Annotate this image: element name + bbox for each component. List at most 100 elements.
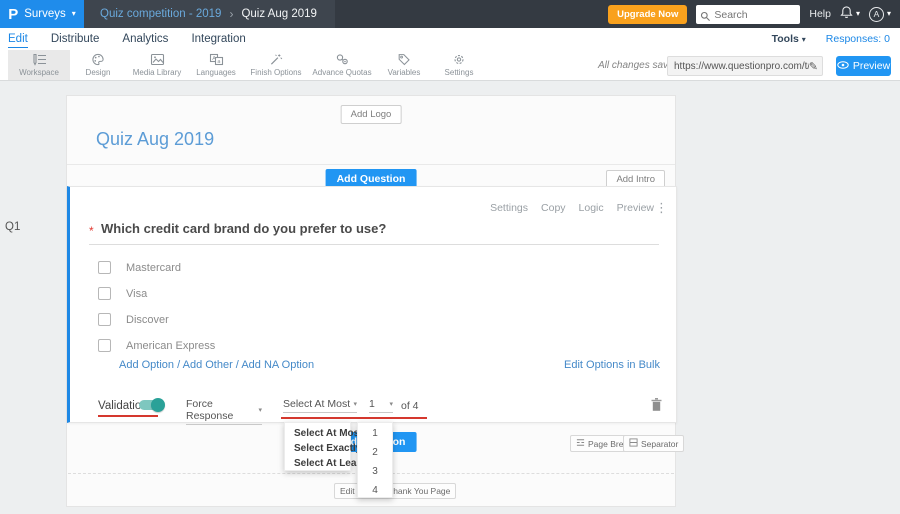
preview-button[interactable]: Preview [836, 56, 891, 76]
toolbar-item-finish-options[interactable]: Finish Options [244, 50, 308, 80]
top-navbar: P Surveys ▾ Quiz competition - 2019 › Qu… [0, 0, 900, 28]
breadcrumb-parent[interactable]: Quiz competition - 2019 [100, 8, 221, 20]
languages-icon: Aa [209, 53, 224, 66]
option-checkbox[interactable] [98, 339, 111, 352]
svg-text:A: A [212, 56, 216, 62]
product-menu-label: Surveys [24, 8, 66, 20]
preview-label: Preview [852, 60, 891, 72]
selection-rule-menu: Select At Most Select Exactly Select At … [284, 422, 365, 471]
tab-distribute[interactable]: Distribute [51, 31, 100, 47]
search-icon [700, 9, 711, 27]
selection-rule-dropdown[interactable]: Select At Most ▾ [283, 398, 357, 413]
bell-icon [840, 5, 853, 24]
question-more-menu-icon[interactable]: ⋮ [655, 200, 668, 216]
tab-edit[interactable]: Edit [8, 31, 28, 48]
add-option-link[interactable]: Add Option [119, 359, 174, 371]
media-library-icon [150, 53, 165, 66]
question-actions: Settings Copy Logic Preview [490, 202, 654, 214]
question-copy-link[interactable]: Copy [541, 202, 566, 214]
global-search [696, 5, 801, 27]
toolbar-item-languages[interactable]: Aa Languages [188, 50, 244, 80]
settings-icon [452, 53, 466, 66]
option-link-group: Add Option / Add Other / Add NA Option [119, 359, 314, 371]
survey-title[interactable]: Quiz Aug 2019 [96, 129, 214, 150]
tab-analytics[interactable]: Analytics [122, 31, 168, 47]
toolbar-item-settings[interactable]: Settings [432, 50, 486, 80]
toolbar-item-workspace[interactable]: Workspace [8, 50, 70, 80]
option-label[interactable]: Discover [126, 314, 169, 326]
force-response-dropdown[interactable]: Force Response ▾ [186, 398, 262, 425]
upgrade-now-button[interactable]: Upgrade Now [608, 4, 688, 24]
finish-options-icon [269, 53, 283, 66]
option-checkbox[interactable] [98, 313, 111, 326]
menu-item-1[interactable]: 1 [358, 424, 392, 443]
add-other-link[interactable]: Add Other [183, 359, 233, 371]
menu-item-2[interactable]: 2 [358, 443, 392, 462]
chevron-down-icon: ▾ [258, 406, 262, 414]
survey-url-input[interactable] [674, 60, 809, 72]
menu-item-select-at-most[interactable]: Select At Most [285, 426, 363, 441]
question-logic-link[interactable]: Logic [579, 202, 604, 214]
question-text[interactable]: Which credit card brand do you prefer to… [101, 221, 386, 236]
toolbar-item-media-library[interactable]: Media Library [126, 50, 188, 80]
thank-you-page-button[interactable]: Thank You Page [382, 483, 457, 499]
option-checkbox[interactable] [98, 287, 111, 300]
edit-url-pencil-icon[interactable]: ✎ [809, 60, 818, 73]
responses-count[interactable]: Responses: 0 [826, 33, 890, 45]
option-label[interactable]: Mastercard [126, 262, 181, 274]
menu-item-3[interactable]: 3 [358, 462, 392, 481]
toolbar-item-variables[interactable]: Variables [376, 50, 432, 80]
option-label[interactable]: American Express [126, 340, 215, 352]
menu-item-select-exactly[interactable]: Select Exactly [285, 441, 361, 456]
menu-item-4[interactable]: 4 [358, 481, 392, 500]
add-na-option-link[interactable]: Add NA Option [241, 359, 314, 371]
section-tabs: Edit Distribute Analytics Integration To… [0, 28, 900, 50]
toggle-knob [151, 398, 165, 412]
toolbar-item-design[interactable]: Design [70, 50, 126, 80]
edit-options-in-bulk-link[interactable]: Edit Options in Bulk [564, 359, 660, 371]
toolbar-item-label: Settings [444, 68, 474, 77]
link-separator: / [174, 359, 183, 371]
selection-count-dropdown[interactable]: 1 ▾ [369, 398, 393, 413]
add-logo-button[interactable]: Add Logo [340, 105, 402, 124]
advance-quotas-icon [335, 53, 350, 66]
question-settings-link[interactable]: Settings [490, 202, 528, 214]
question-block: Settings Copy Logic Preview ⋮ * Which cr… [67, 186, 677, 425]
account-menu[interactable]: A ▾ [868, 6, 891, 22]
toolbar-item-label: Workspace [19, 68, 59, 77]
separator-button[interactable]: Separator [623, 435, 685, 452]
selection-rule-value: Select At Most [283, 398, 351, 410]
separator-label: Separator [641, 438, 679, 449]
editor-toolbar: Workspace Design Media Library Aa Langua… [0, 50, 900, 81]
tools-menu[interactable]: Tools ▾ [772, 33, 806, 45]
toolbar-item-label: Advance Quotas [312, 68, 372, 77]
validation-toggle[interactable] [139, 398, 165, 412]
force-response-value: Force Response [186, 398, 234, 422]
toolbar-item-label: Media Library [132, 68, 182, 77]
toolbar-item-advance-quotas[interactable]: Advance Quotas [308, 50, 376, 80]
option-row-mastercard: Mastercard [98, 261, 181, 274]
of-total-label: of 4 [401, 400, 419, 412]
option-row-american-express: American Express [98, 339, 215, 352]
surveys-product-menu[interactable]: P Surveys ▾ [0, 0, 84, 28]
option-row-discover: Discover [98, 313, 169, 326]
toolbar-item-label: Finish Options [250, 68, 302, 77]
search-input[interactable] [696, 5, 801, 24]
title-divider [67, 164, 675, 165]
menu-item-select-at-least[interactable]: Select At Least [285, 456, 365, 471]
tools-label: Tools [771, 33, 799, 45]
annotation-underline-selection [281, 417, 427, 419]
delete-question-trash-icon[interactable] [650, 397, 663, 417]
avatar: A [868, 6, 884, 22]
annotation-underline-validation [98, 415, 158, 417]
help-link[interactable]: Help [809, 8, 831, 20]
option-label[interactable]: Visa [126, 288, 147, 300]
eye-icon [837, 60, 849, 72]
design-icon [91, 53, 105, 66]
notifications-menu[interactable]: ▾ [840, 5, 860, 24]
question-preview-link[interactable]: Preview [617, 202, 654, 214]
chevron-down-icon: ▾ [801, 35, 806, 44]
navbar-right-group: Upgrade Now Help ▾ A ▾ [608, 4, 900, 27]
tab-integration[interactable]: Integration [191, 31, 245, 47]
option-checkbox[interactable] [98, 261, 111, 274]
